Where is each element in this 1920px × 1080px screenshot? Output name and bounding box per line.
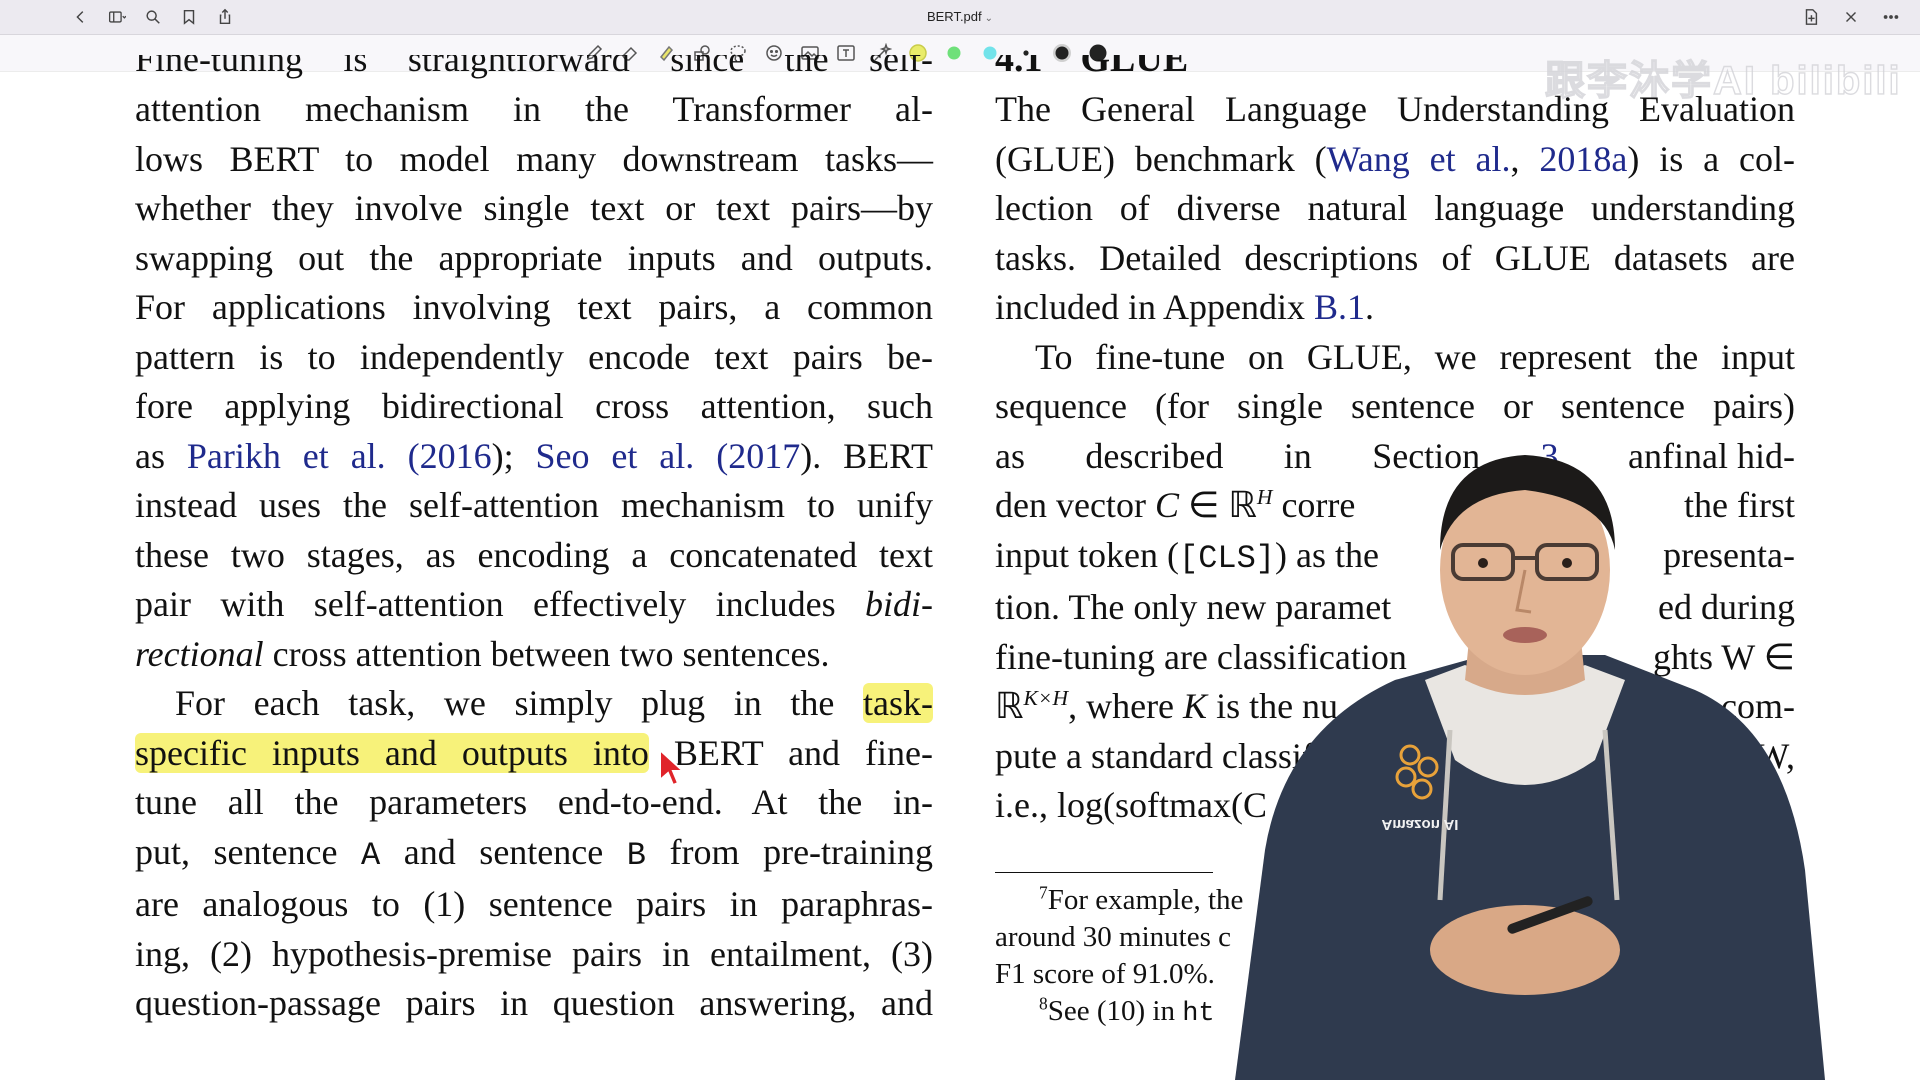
highlight-annotation[interactable]: specific inputs and outputs into: [135, 732, 649, 773]
document-title-text[interactable]: BERT.pdf: [927, 9, 982, 24]
text-fragment: BERT and fine-: [648, 732, 933, 773]
text-line: put, sentence A and sentence B from pre-…: [135, 828, 933, 881]
section-heading-text: 4.1 GLUE: [995, 55, 1189, 80]
text-line: these two stages, as encoding a concaten…: [135, 534, 933, 575]
math-superscript: K×H: [1023, 686, 1069, 710]
text-line: Fine-tuning is straightforward since the…: [135, 55, 933, 85]
italic-text: bidi-: [865, 584, 933, 624]
text-line: question-passage pairs in question answe…: [135, 983, 933, 1023]
math-variable: K: [1183, 686, 1208, 726]
text-fragment: );: [491, 435, 536, 476]
citation-year-link-seo[interactable]: (2017: [694, 436, 800, 476]
text-line: pattern is to independently encode text …: [135, 336, 933, 377]
text-line: To fine-tune on GLUE, we represent the i…: [1035, 336, 1795, 377]
text-fragment: For each task, we simply plug in the: [175, 683, 864, 723]
shirt-logo-text: Amazon AI: [1382, 816, 1459, 833]
text-line: ing, (2) hypothesis-premise pairs in ent…: [135, 933, 933, 974]
mono-text: B: [626, 836, 646, 874]
text-line: attention mechanism in the Transformer a…: [135, 89, 933, 129]
text-fragment: ) is a col-: [1627, 138, 1795, 179]
text-fragment: put, sentence: [135, 831, 362, 872]
title-bar: BERT.pdf ⌄: [0, 0, 1920, 35]
text-line: tasks. Detailed descriptions of GLUE dat…: [995, 237, 1795, 278]
text-line: instead uses the self-attention mechanis…: [135, 485, 933, 525]
text-line: swapping out the appropriate inputs and …: [135, 237, 933, 278]
text-line: lows BERT to model many downstream tasks…: [135, 138, 933, 179]
text-line: For each task, we simply plug in the tas…: [135, 679, 933, 729]
citation-link-seo[interactable]: Seo et al.: [536, 436, 695, 476]
chevron-down-icon[interactable]: ⌄: [985, 13, 993, 24]
footnote-number: 7: [1039, 882, 1048, 903]
appendix-link[interactable]: B.1: [1314, 287, 1365, 327]
text-line: whether they involve single text or text…: [135, 188, 933, 228]
text-fragment: , where: [1068, 686, 1184, 726]
citation-link-wang[interactable]: Wang et al.: [1327, 139, 1511, 179]
more-options-icon[interactable]: [1880, 6, 1902, 28]
text-line: included in Appendix B.1.: [995, 283, 1795, 333]
footnote-text: See (10) in: [1047, 995, 1183, 1027]
text-line: sequence (for single sentence or sentenc…: [995, 386, 1795, 426]
text-line: The General Language Understanding Evalu…: [995, 89, 1795, 129]
footnote-text: For example, the: [1047, 884, 1244, 916]
text-fragment: den vector: [995, 485, 1155, 525]
close-icon[interactable]: [1840, 6, 1862, 28]
presenter-video-overlay: Amazon AI: [1235, 455, 1825, 1080]
text-line: rectional cross attention between two se…: [135, 630, 933, 680]
text-fragment: included in Appendix: [995, 287, 1314, 327]
titlebar-right-controls: [1800, 0, 1902, 34]
footnote-number: 8: [1039, 993, 1048, 1014]
color-swatch-green[interactable]: [942, 41, 966, 65]
text-line: fore applying bidirectional cross attent…: [135, 386, 933, 426]
text-line: pair with self-attention effectively inc…: [135, 580, 933, 630]
text-fragment: input token (: [995, 534, 1179, 575]
text-fragment: ). BERT: [800, 435, 933, 476]
section-heading: 4.1 GLUE: [995, 55, 1795, 85]
text-line: (GLUE) benchmark (Wang et al., 2018a) is…: [995, 135, 1795, 185]
citation-year-link-wang[interactable]: 2018a: [1539, 139, 1627, 179]
text-fragment: .: [1364, 287, 1374, 327]
text-fragment: as: [135, 435, 187, 476]
presenter-hands: [1430, 905, 1620, 995]
text-fragment: (GLUE) benchmark (: [995, 138, 1327, 179]
text-fragment: ,: [1510, 138, 1540, 179]
text-line: are analogous to (1) sentence pairs in p…: [135, 884, 933, 924]
citation-year-link-parikh[interactable]: (2016: [386, 436, 492, 476]
document-title[interactable]: BERT.pdf ⌄: [0, 0, 1920, 34]
text-fragment: pair with self-attention effectively inc…: [135, 584, 865, 624]
text-line: lection of diverse natural language unde…: [995, 188, 1795, 228]
math-variable: C: [1154, 485, 1179, 525]
highlight-annotation[interactable]: task-: [863, 683, 933, 723]
citation-link-parikh[interactable]: Parikh et al.: [187, 436, 386, 476]
text-fragment: from pre-training: [646, 831, 934, 872]
italic-text: rectional: [135, 633, 264, 674]
text-fragment: cross attention between two sentences.: [263, 633, 830, 674]
text-line-content: Fine-tuning is straightforward since the…: [135, 55, 933, 79]
mouse-cursor-icon: [659, 748, 686, 787]
text-fragment: ℝ: [995, 686, 1024, 726]
text-line: For applications involving text pairs, a…: [135, 287, 933, 327]
text-line-citations: as Parikh et al. (2016); Seo et al. (201…: [135, 432, 933, 482]
text-line: specific inputs and outputs into BERT an…: [135, 729, 933, 779]
text-line: tune all the parameters end-to-end. At t…: [135, 782, 933, 822]
text-fragment: and sentence: [380, 831, 627, 872]
footnote-url[interactable]: ht: [1182, 999, 1214, 1029]
pdf-left-column: Fine-tuning is straightforward since the…: [135, 55, 933, 1029]
new-document-icon[interactable]: [1800, 6, 1822, 28]
mono-text: A: [361, 836, 381, 874]
